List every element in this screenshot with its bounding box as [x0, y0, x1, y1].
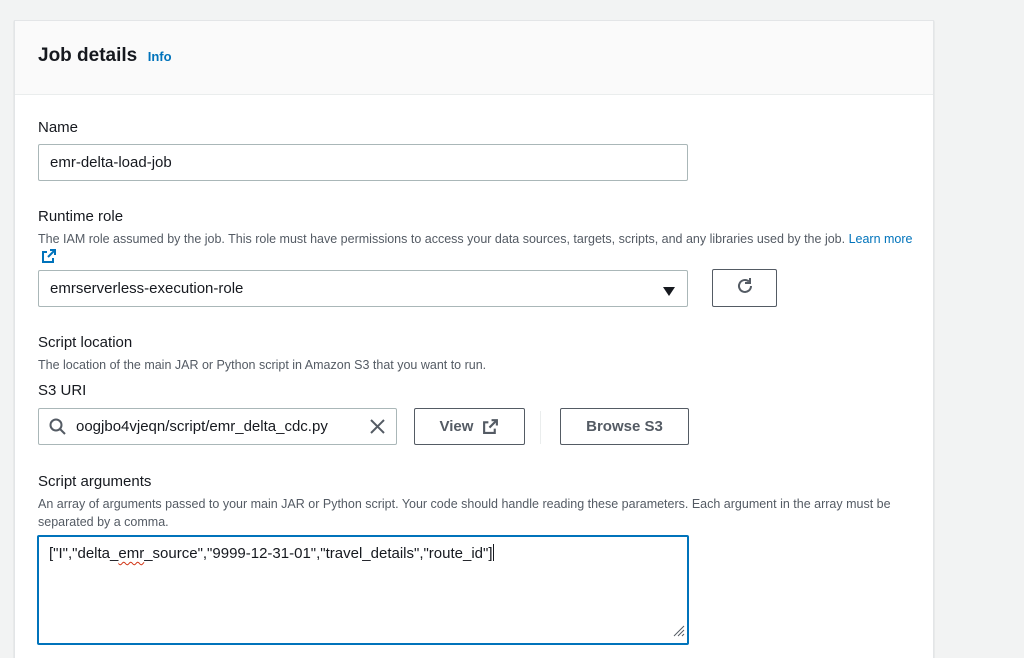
s3-uri-label: S3 URI [38, 382, 87, 399]
args-text-before: ["I","delta_ [49, 545, 119, 562]
job-details-panel: Job details Info Name emr-delta-load-job… [14, 20, 934, 658]
external-link-icon [41, 248, 57, 269]
script-location-label: Script location [38, 334, 133, 351]
panel-header: Job details Info [15, 21, 933, 95]
search-icon [49, 418, 66, 435]
external-link-icon [482, 418, 499, 435]
browse-s3-label: Browse S3 [586, 418, 663, 435]
browse-s3-button[interactable]: Browse S3 [560, 408, 689, 445]
script-arguments-textarea[interactable]: ["I","delta_emr_source","9999-12-31-01",… [37, 535, 689, 645]
name-input-value: emr-delta-load-job [50, 154, 172, 171]
info-link[interactable]: Info [148, 49, 172, 64]
script-arguments-label: Script arguments [38, 473, 152, 490]
button-divider [540, 411, 541, 444]
script-arguments-text: ["I","delta_emr_source","9999-12-31-01",… [49, 544, 494, 562]
runtime-role-description: The IAM role assumed by the job. This ro… [38, 230, 913, 269]
s3-uri-input[interactable]: oogjbo4vjeqn/script/emr_delta_cdc.py [38, 408, 397, 445]
view-button[interactable]: View [414, 408, 525, 445]
runtime-role-selected-value: emrserverless-execution-role [50, 280, 244, 297]
s3-uri-value: oogjbo4vjeqn/script/emr_delta_cdc.py [76, 418, 328, 435]
runtime-role-description-text: The IAM role assumed by the job. This ro… [38, 232, 846, 246]
script-arguments-description: An array of arguments passed to your mai… [38, 497, 891, 529]
script-location-description: The location of the main JAR or Python s… [38, 358, 487, 372]
name-input[interactable]: emr-delta-load-job [38, 144, 688, 181]
args-text-after: _source","9999-12-31-01","travel_details… [144, 545, 493, 562]
panel-title: Job details [38, 45, 138, 66]
caret-down-icon [663, 284, 675, 301]
resize-handle-icon[interactable] [671, 623, 685, 641]
learn-more-label: Learn more [848, 232, 913, 246]
text-cursor [492, 544, 494, 561]
runtime-role-label: Runtime role [38, 208, 124, 225]
page: Job details Info Name emr-delta-load-job… [0, 0, 1024, 658]
refresh-icon [735, 276, 755, 300]
clear-icon[interactable] [369, 418, 386, 435]
refresh-button[interactable] [712, 269, 777, 307]
name-label: Name [38, 119, 79, 136]
args-text-misspelled: emr [118, 545, 145, 562]
runtime-role-select[interactable]: emrserverless-execution-role [38, 270, 688, 307]
view-button-label: View [439, 418, 474, 435]
